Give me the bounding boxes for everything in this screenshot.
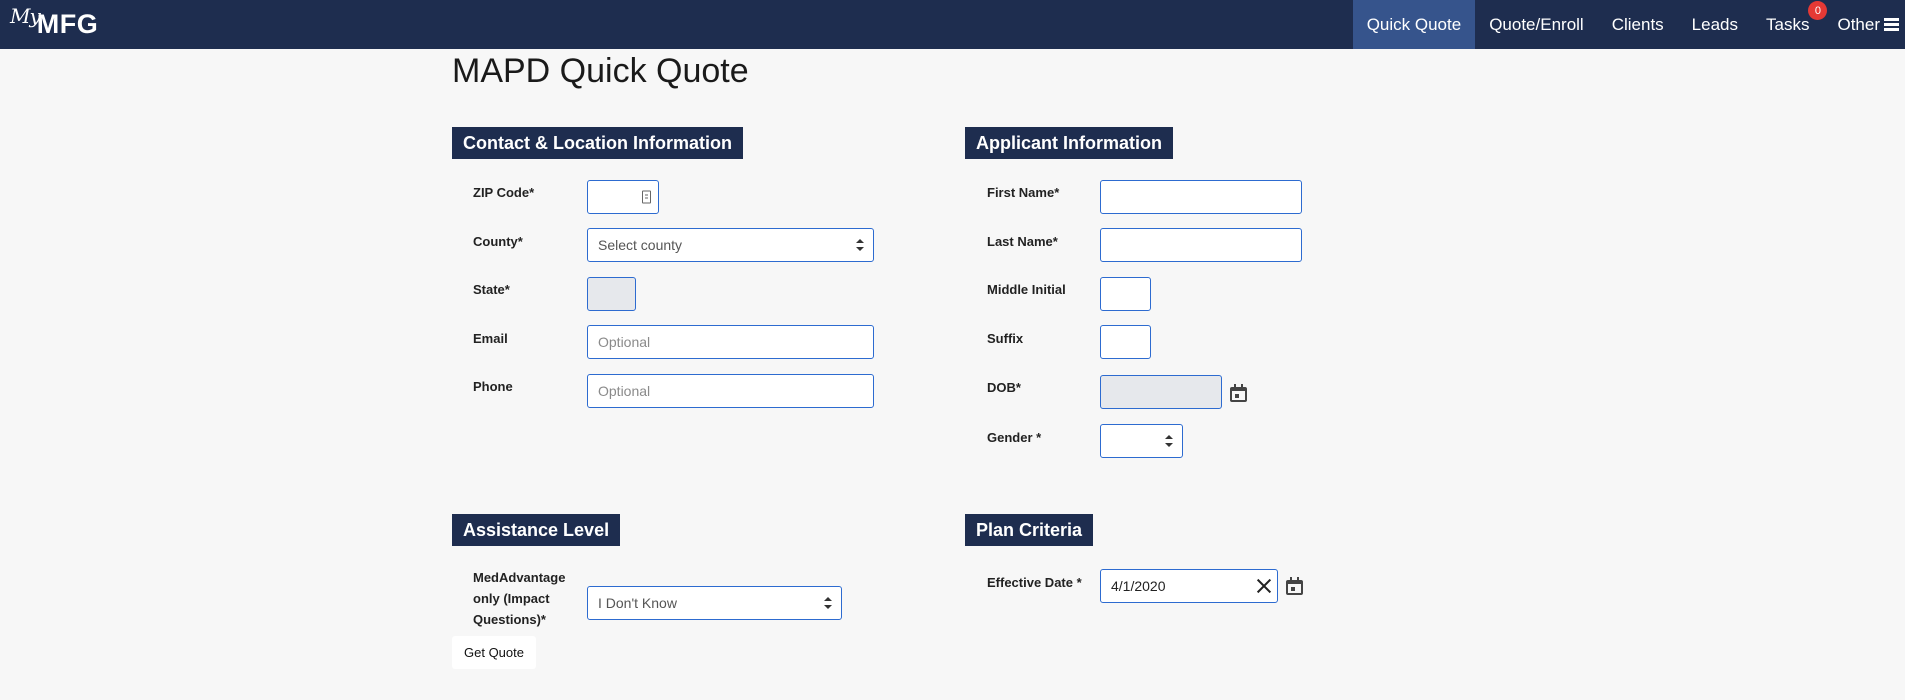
county-select[interactable]: Select county bbox=[587, 228, 874, 262]
state-field bbox=[587, 277, 636, 311]
gender-select[interactable] bbox=[1100, 424, 1183, 458]
logo-text: MFG bbox=[36, 9, 99, 39]
phone-label: Phone bbox=[473, 379, 513, 394]
plan-criteria-section-header: Plan Criteria bbox=[965, 514, 1094, 546]
mymfg-logo[interactable]: My MFG bbox=[10, 4, 98, 44]
last-name-label: Last Name* bbox=[987, 234, 1058, 249]
select-arrows-icon bbox=[856, 239, 864, 251]
applicant-section-header: Applicant Information bbox=[965, 127, 1173, 159]
nav-item-other[interactable]: Other bbox=[1823, 0, 1905, 49]
email-input[interactable]: Optional bbox=[587, 325, 874, 359]
assistance-select[interactable]: I Don't Know bbox=[587, 586, 842, 620]
dob-label: DOB* bbox=[987, 380, 1021, 395]
contact-section-header: Contact & Location Information bbox=[452, 127, 743, 159]
contact-card-icon bbox=[642, 190, 651, 204]
nav-item-clients[interactable]: Clients bbox=[1598, 0, 1678, 49]
select-arrows-icon bbox=[824, 597, 832, 609]
nav-item-tasks[interactable]: Tasks 0 bbox=[1752, 0, 1828, 49]
dob-calendar-icon[interactable] bbox=[1230, 384, 1247, 402]
close-icon[interactable] bbox=[1255, 577, 1273, 595]
nav-item-quick-quote[interactable]: Quick Quote bbox=[1352, 0, 1476, 49]
phone-input[interactable]: Optional bbox=[587, 374, 874, 408]
page-title: MAPD Quick Quote bbox=[452, 52, 749, 90]
assistance-label: MedAdvantage only (Impact Questions)* bbox=[473, 570, 566, 627]
middle-initial-label: Middle Initial bbox=[987, 282, 1066, 297]
state-label: State* bbox=[473, 282, 510, 297]
top-navbar: My MFG Quick Quote Quote/Enroll Clients … bbox=[0, 0, 1905, 49]
menu-icon bbox=[1884, 18, 1899, 31]
effective-date-input[interactable]: 4/1/2020 bbox=[1100, 569, 1278, 603]
get-quote-button[interactable]: Get Quote bbox=[452, 636, 536, 669]
nav-menu: Quick Quote Quote/Enroll Clients Leads T… bbox=[1352, 0, 1905, 49]
nav-item-quote-enroll[interactable]: Quote/Enroll bbox=[1475, 0, 1598, 49]
assistance-section-header: Assistance Level bbox=[452, 514, 621, 546]
email-label: Email bbox=[473, 331, 508, 346]
zip-label: ZIP Code* bbox=[473, 185, 535, 200]
last-name-input[interactable] bbox=[1100, 228, 1302, 262]
first-name-label: First Name* bbox=[987, 185, 1060, 200]
logo-script: My bbox=[10, 4, 41, 28]
effective-date-calendar-icon[interactable] bbox=[1286, 577, 1303, 595]
suffix-label: Suffix bbox=[987, 331, 1024, 346]
county-label: County* bbox=[473, 234, 523, 249]
gender-label: Gender * bbox=[987, 430, 1042, 445]
effective-date-label: Effective Date * bbox=[987, 575, 1082, 590]
suffix-input[interactable] bbox=[1100, 325, 1151, 359]
nav-item-leads[interactable]: Leads bbox=[1678, 0, 1752, 49]
middle-initial-input[interactable] bbox=[1100, 277, 1151, 311]
dob-input[interactable] bbox=[1100, 375, 1222, 409]
select-arrows-icon bbox=[1165, 435, 1173, 447]
first-name-input[interactable] bbox=[1100, 180, 1302, 214]
zip-input[interactable] bbox=[587, 180, 659, 214]
